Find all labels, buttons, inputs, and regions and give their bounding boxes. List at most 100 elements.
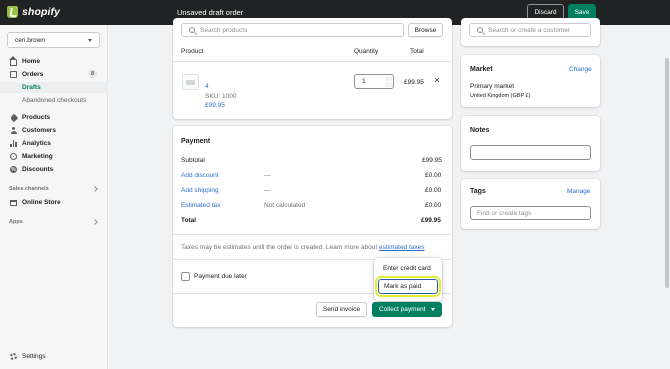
caret-down-icon xyxy=(88,39,92,42)
shipping-detail: — xyxy=(264,187,271,194)
sidebar-item-online-store[interactable]: Online Store xyxy=(0,197,108,208)
browse-button[interactable]: Browse xyxy=(408,23,443,37)
store-icon xyxy=(10,199,17,206)
apps-heading: Apps xyxy=(9,219,23,225)
total-value: £99.95 xyxy=(421,217,441,224)
image-placeholder-icon xyxy=(186,79,195,85)
collect-payment-menu: Enter credit card Mark as paid xyxy=(374,258,442,301)
shopify-bag-icon xyxy=(7,6,18,18)
tags-title: Tags xyxy=(470,188,486,195)
sidebar-item-label: Drafts xyxy=(22,84,41,91)
sidebar-item-label: Products xyxy=(22,114,51,121)
payment-title: Payment xyxy=(181,138,211,145)
quantity-value: 1 xyxy=(362,78,366,85)
bar-chart-icon xyxy=(10,140,17,147)
orders-count-badge: 8 xyxy=(88,70,97,78)
sidebar-item-label: Settings xyxy=(22,353,46,360)
sidebar-item-label: Online Store xyxy=(22,199,61,206)
tax-detail: Not calculated xyxy=(264,202,306,209)
product-price-link[interactable]: £99.95 xyxy=(205,102,225,109)
manage-tags-link[interactable]: Manage xyxy=(567,188,591,195)
sidebar-item-label: Discounts xyxy=(22,166,54,173)
sidebar-item-label: Abandoned checkouts xyxy=(22,97,87,104)
product-name-link[interactable]: 4 xyxy=(205,83,209,90)
sidebar-item-label: Marketing xyxy=(22,153,53,160)
sidebar-item-discounts[interactable]: % Discounts xyxy=(0,164,108,175)
page-scrollbar[interactable] xyxy=(664,25,670,369)
tags-input[interactable]: Find or create tags xyxy=(470,206,591,220)
column-header-product: Product xyxy=(181,48,204,55)
collect-payment-button[interactable]: Collect payment xyxy=(372,302,442,317)
sidebar-item-marketing[interactable]: Marketing xyxy=(0,151,108,162)
payment-due-later-label[interactable]: Payment due later xyxy=(194,273,247,280)
sidebar-item-label: Orders xyxy=(22,71,44,78)
shipping-value: £0.00 xyxy=(425,187,442,194)
customer-search-placeholder: Search or create a customer xyxy=(488,26,571,34)
decrement-icon[interactable] xyxy=(385,82,392,87)
sidebar-item-label: Customers xyxy=(22,127,56,134)
sidebar-item-analytics[interactable]: Analytics xyxy=(0,138,108,149)
sidebar-item-orders[interactable]: Orders 8 xyxy=(0,69,108,80)
market-detail: United Kingdom (GBP £) xyxy=(470,93,531,99)
discount-value: £0.00 xyxy=(425,172,442,179)
notes-title: Notes xyxy=(470,127,490,134)
tag-icon xyxy=(9,113,18,122)
quantity-spinner[interactable] xyxy=(385,76,392,87)
notes-card xyxy=(461,116,600,171)
apps-chevron-icon[interactable] xyxy=(92,219,98,225)
search-icon xyxy=(189,27,195,33)
store-selector[interactable]: ceri.brown xyxy=(7,32,100,48)
product-search-input[interactable]: Search products xyxy=(181,23,404,37)
sidebar-item-products[interactable]: Products xyxy=(0,112,108,123)
sidebar-item-customers[interactable]: Customers xyxy=(0,125,108,136)
menu-item-mark-as-paid[interactable]: Mark as paid xyxy=(375,276,441,297)
line-item-total: £99.95 xyxy=(404,79,424,86)
add-discount-link[interactable]: Add discount xyxy=(181,172,219,179)
customer-search-input[interactable]: Search or create a customer xyxy=(469,23,591,37)
collect-payment-label: Collect payment xyxy=(379,306,426,313)
sidebar-item-label: Analytics xyxy=(22,140,51,147)
market-name: Primary market xyxy=(470,83,515,90)
sidebar-item-drafts[interactable]: Drafts xyxy=(0,82,108,93)
sidebar-item-settings[interactable]: Settings xyxy=(0,351,108,362)
tax-value: £0.00 xyxy=(425,202,442,209)
sidebar-item-home[interactable]: Home xyxy=(0,55,108,67)
product-sku: SKU: 1000 xyxy=(205,93,237,100)
market-card xyxy=(461,55,600,107)
send-invoice-button[interactable]: Send invoice xyxy=(316,302,367,317)
brand-name: shopify xyxy=(22,6,61,18)
sales-channels-heading: Sales channels xyxy=(9,186,49,192)
divider xyxy=(173,234,452,235)
estimated-taxes-link[interactable]: estimated taxes xyxy=(379,244,425,251)
home-icon xyxy=(9,55,17,66)
notes-field[interactable] xyxy=(470,145,591,160)
tags-card xyxy=(461,179,600,229)
quantity-stepper[interactable]: 1 xyxy=(354,74,394,89)
gear-icon xyxy=(10,353,17,360)
shopify-logo[interactable]: shopify xyxy=(7,6,60,18)
scrollbar-thumb[interactable] xyxy=(665,58,669,288)
discount-icon: % xyxy=(10,166,17,173)
tax-note-text: Taxes may be estimates until the order i… xyxy=(181,244,379,251)
sidebar-item-label: Home xyxy=(22,58,41,65)
orders-icon xyxy=(10,71,17,78)
column-header-total: Total xyxy=(410,48,424,55)
add-sales-channel-chevron-icon[interactable] xyxy=(92,186,98,192)
page-title: Unsaved draft order xyxy=(177,8,244,17)
subtotal-label: Subtotal xyxy=(181,157,205,164)
sidebar: ceri.brown Home Orders 8 Drafts Abandone… xyxy=(0,25,108,369)
total-label: Total xyxy=(181,217,197,224)
payment-due-later-checkbox[interactable] xyxy=(181,272,190,281)
remove-item-close-icon[interactable]: × xyxy=(433,76,441,85)
change-market-link[interactable]: Change xyxy=(569,66,592,73)
add-shipping-link[interactable]: Add shipping xyxy=(181,187,219,194)
discount-detail: — xyxy=(264,172,271,179)
sidebar-item-abandoned-checkouts[interactable]: Abandoned checkouts xyxy=(0,95,108,106)
market-title: Market xyxy=(470,66,493,73)
increment-icon[interactable] xyxy=(385,76,392,81)
divider xyxy=(173,61,452,62)
menu-item-enter-credit-card[interactable]: Enter credit card xyxy=(378,261,438,276)
estimated-tax-link[interactable]: Estimated tax xyxy=(181,202,220,209)
product-thumbnail xyxy=(182,74,199,90)
person-icon xyxy=(10,127,17,134)
